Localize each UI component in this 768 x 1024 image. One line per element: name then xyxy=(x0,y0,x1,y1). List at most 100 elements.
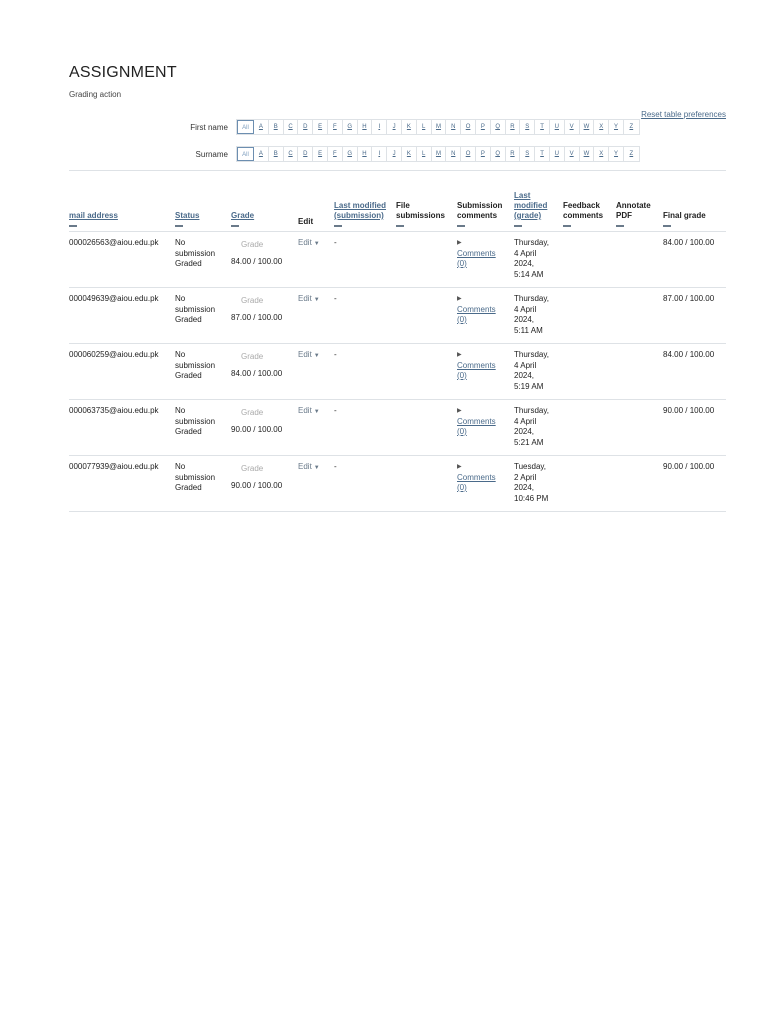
expand-triangle-icon[interactable]: ▶ xyxy=(457,406,512,417)
surname-initial-g[interactable]: G xyxy=(343,147,358,161)
first-name-initial-f[interactable]: F xyxy=(328,120,343,134)
grade-input-placeholder[interactable]: Grade xyxy=(241,240,296,251)
first-name-initial-c[interactable]: C xyxy=(284,120,299,134)
comments-link[interactable]: Comments (0) xyxy=(457,417,512,438)
sort-column-link[interactable]: Last modified (grade) xyxy=(514,191,547,220)
surname-initial-x[interactable]: X xyxy=(594,147,610,161)
reset-table-preferences-link[interactable]: Reset table preferences xyxy=(641,110,726,119)
surname-initial-q[interactable]: Q xyxy=(491,147,506,161)
hide-column-icon[interactable] xyxy=(616,225,624,227)
status-line: Graded xyxy=(175,483,202,492)
grade-input-placeholder[interactable]: Grade xyxy=(241,408,296,419)
surname-initial-o[interactable]: O xyxy=(461,147,476,161)
sort-column-link[interactable]: Status xyxy=(175,211,199,220)
surname-initial-all[interactable]: All xyxy=(237,147,254,161)
surname-initial-h[interactable]: H xyxy=(358,147,373,161)
first-name-initial-j[interactable]: J xyxy=(387,120,402,134)
edit-label: Edit xyxy=(298,238,312,247)
surname-initial-y[interactable]: Y xyxy=(609,147,624,161)
hide-column-icon[interactable] xyxy=(396,225,404,227)
edit-menu-button[interactable]: Edit ▼ xyxy=(298,350,320,359)
comments-link[interactable]: Comments (0) xyxy=(457,249,512,270)
file-submissions-cell xyxy=(396,399,457,456)
annotate-pdf-cell xyxy=(616,455,663,512)
surname-initial-w[interactable]: W xyxy=(580,147,595,161)
first-name-initial-t[interactable]: T xyxy=(535,120,550,134)
surname-initial-s[interactable]: S xyxy=(520,147,536,161)
first-name-initial-u[interactable]: U xyxy=(550,120,565,134)
grade-input-placeholder[interactable]: Grade xyxy=(241,352,296,363)
grade-input-placeholder[interactable]: Grade xyxy=(241,464,296,475)
expand-triangle-icon[interactable]: ▶ xyxy=(457,350,512,361)
surname-initial-d[interactable]: D xyxy=(298,147,314,161)
first-name-initial-q[interactable]: Q xyxy=(491,120,506,134)
hide-column-icon[interactable] xyxy=(175,225,183,227)
first-name-initial-k[interactable]: K xyxy=(402,120,417,134)
surname-initial-l[interactable]: L xyxy=(417,147,432,161)
sort-column-link[interactable]: mail address xyxy=(69,211,118,220)
surname-initial-e[interactable]: E xyxy=(313,147,328,161)
sort-column-link[interactable]: Grade xyxy=(231,211,254,220)
sort-column-link[interactable]: Last modified (submission) xyxy=(334,201,386,220)
edit-menu-button[interactable]: Edit ▼ xyxy=(298,406,320,415)
first-name-initial-i[interactable]: I xyxy=(372,120,388,134)
expand-triangle-icon[interactable]: ▶ xyxy=(457,462,512,473)
first-name-initial-r[interactable]: R xyxy=(506,120,521,134)
first-name-initial-e[interactable]: E xyxy=(313,120,328,134)
first-name-initial-h[interactable]: H xyxy=(358,120,373,134)
hide-column-icon[interactable] xyxy=(563,225,571,227)
surname-initial-z[interactable]: Z xyxy=(624,147,639,161)
comments-link[interactable]: Comments (0) xyxy=(457,473,512,494)
edit-cell: Edit ▼ xyxy=(298,287,334,344)
first-name-initial-n[interactable]: N xyxy=(446,120,462,134)
edit-menu-button[interactable]: Edit ▼ xyxy=(298,462,320,471)
surname-initial-v[interactable]: V xyxy=(565,147,580,161)
hide-column-icon[interactable] xyxy=(457,225,465,227)
surname-initial-m[interactable]: M xyxy=(432,147,447,161)
edit-menu-button[interactable]: Edit ▼ xyxy=(298,238,320,247)
edit-label: Edit xyxy=(298,294,312,303)
comments-link[interactable]: Comments (0) xyxy=(457,361,512,382)
surname-initial-j[interactable]: J xyxy=(387,147,402,161)
expand-triangle-icon[interactable]: ▶ xyxy=(457,238,512,249)
hide-column-icon[interactable] xyxy=(663,225,671,227)
expand-triangle-icon[interactable]: ▶ xyxy=(457,294,512,305)
first-name-initial-l[interactable]: L xyxy=(417,120,432,134)
first-name-initial-z[interactable]: Z xyxy=(624,120,639,134)
grade-input-placeholder[interactable]: Grade xyxy=(241,296,296,307)
surname-initial-b[interactable]: B xyxy=(269,147,284,161)
first-name-initial-d[interactable]: D xyxy=(298,120,314,134)
first-name-initial-y[interactable]: Y xyxy=(609,120,624,134)
surname-initial-k[interactable]: K xyxy=(402,147,417,161)
hide-column-icon[interactable] xyxy=(231,225,239,227)
first-name-initial-all[interactable]: All xyxy=(237,120,254,134)
surname-initial-a[interactable]: A xyxy=(254,147,269,161)
surname-initial-i[interactable]: I xyxy=(372,147,388,161)
first-name-initial-m[interactable]: M xyxy=(432,120,447,134)
first-name-initial-v[interactable]: V xyxy=(565,120,580,134)
surname-initial-f[interactable]: F xyxy=(328,147,343,161)
column-header: mail address xyxy=(69,170,175,232)
surname-initial-n[interactable]: N xyxy=(446,147,462,161)
first-name-initial-b[interactable]: B xyxy=(269,120,284,134)
comments-link[interactable]: Comments (0) xyxy=(457,305,512,326)
first-name-initial-o[interactable]: O xyxy=(461,120,476,134)
date-line: 2024, xyxy=(514,371,535,380)
hide-column-icon[interactable] xyxy=(334,225,342,227)
annotate-pdf-cell xyxy=(616,343,663,400)
hide-column-icon[interactable] xyxy=(69,225,77,227)
surname-initial-p[interactable]: P xyxy=(476,147,491,161)
date-line: 4 April xyxy=(514,304,537,314)
first-name-initial-x[interactable]: X xyxy=(594,120,610,134)
first-name-initial-w[interactable]: W xyxy=(580,120,595,134)
first-name-initial-s[interactable]: S xyxy=(520,120,536,134)
first-name-initial-p[interactable]: P xyxy=(476,120,491,134)
edit-menu-button[interactable]: Edit ▼ xyxy=(298,294,320,303)
hide-column-icon[interactable] xyxy=(514,225,522,227)
surname-initial-u[interactable]: U xyxy=(550,147,565,161)
surname-initial-c[interactable]: C xyxy=(284,147,299,161)
first-name-initial-g[interactable]: G xyxy=(343,120,358,134)
surname-initial-r[interactable]: R xyxy=(506,147,521,161)
surname-initial-t[interactable]: T xyxy=(535,147,550,161)
first-name-initial-a[interactable]: A xyxy=(254,120,269,134)
